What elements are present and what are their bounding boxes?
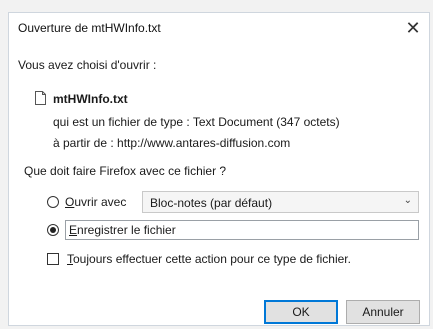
file-source-value: http://www.antares-diffusion.com <box>117 136 291 150</box>
file-source-label: à partir de : <box>53 136 114 150</box>
save-file-label[interactable]: Enregistrer le fichier <box>69 223 176 237</box>
file-type-line: qui est un fichier de type : Text Docume… <box>53 115 340 129</box>
always-do-label[interactable]: Toujours effectuer cette action pour ce … <box>67 252 351 266</box>
always-do-checkbox[interactable] <box>47 253 59 265</box>
title-bar: Ouverture de mtHWInfo.txt ✕ <box>9 13 429 43</box>
open-with-label[interactable]: Ouvrir avec <box>65 195 126 209</box>
file-icon <box>35 91 46 105</box>
chevron-down-icon: ⌄ <box>403 195 412 206</box>
dialog-title: Ouverture de mtHWInfo.txt <box>18 21 161 35</box>
open-with-radio[interactable] <box>47 196 59 208</box>
close-icon[interactable]: ✕ <box>399 15 427 41</box>
open-with-app-value: Bloc-notes (par défaut) <box>150 196 273 210</box>
file-type-value: Text Document (347 octets) <box>192 115 340 129</box>
download-dialog: Ouverture de mtHWInfo.txt ✕ Vous avez ch… <box>8 12 430 326</box>
file-type-label: qui est un fichier de type : <box>53 115 190 129</box>
file-name: mtHWInfo.txt <box>53 92 128 106</box>
open-with-app-select[interactable]: Bloc-notes (par défaut) ⌄ <box>142 191 419 213</box>
cancel-button[interactable]: Annuler <box>346 300 420 324</box>
ok-button[interactable]: OK <box>264 300 338 324</box>
save-file-radio[interactable] <box>47 224 59 236</box>
action-question: Que doit faire Firefox avec ce fichier ? <box>24 164 227 178</box>
intro-text: Vous avez choisi d'ouvrir : <box>18 58 157 72</box>
file-source-line: à partir de : http://www.antares-diffusi… <box>53 136 290 150</box>
